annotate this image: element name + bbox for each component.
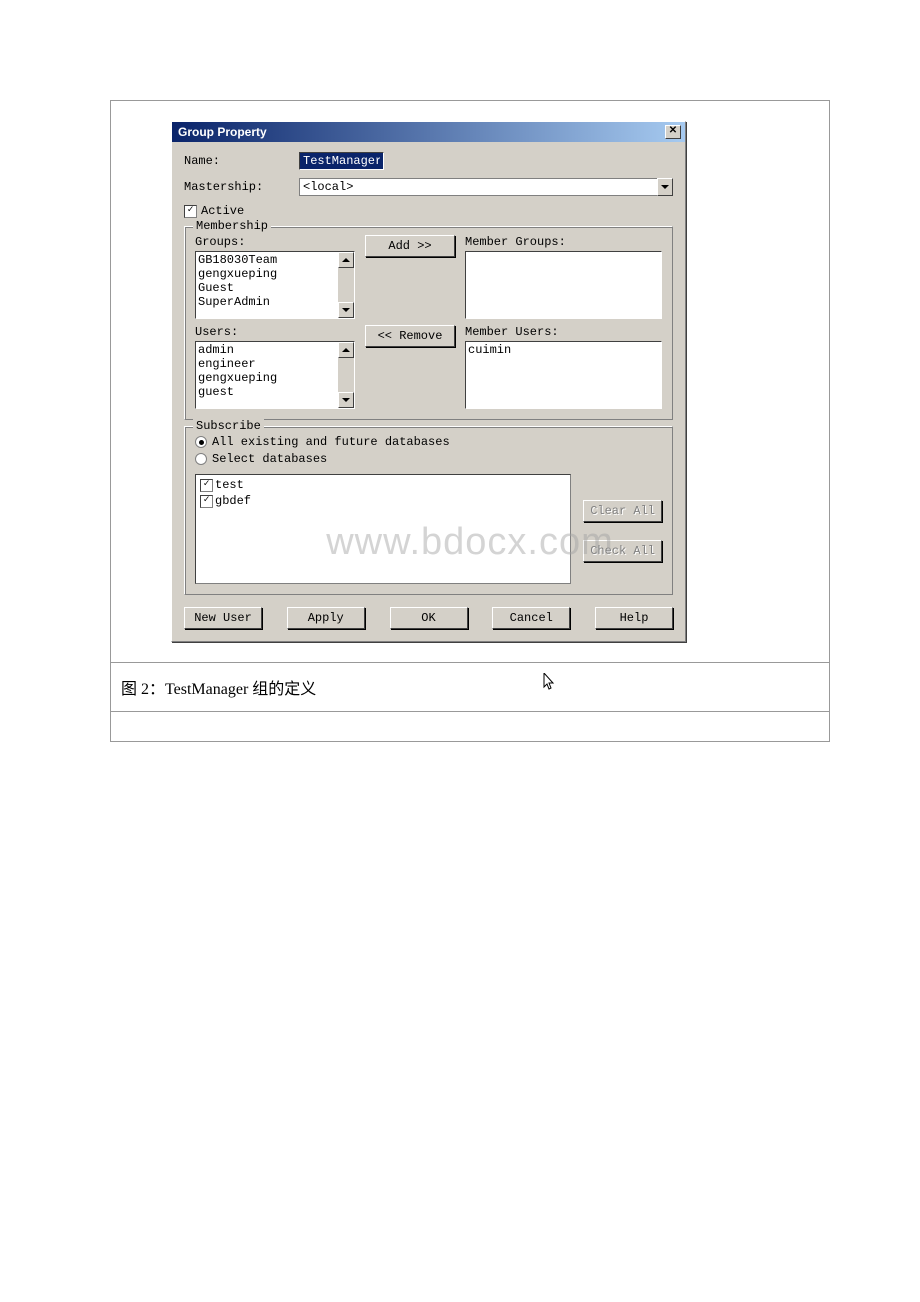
groups-label: Groups:	[195, 235, 355, 249]
close-button[interactable]: ✕	[665, 125, 681, 139]
list-item[interactable]: gengxueping	[198, 371, 352, 385]
groups-listbox[interactable]: GB18030Team gengxueping Guest SuperAdmin	[195, 251, 355, 319]
ok-button[interactable]: OK	[390, 607, 468, 629]
list-item[interactable]: gengxueping	[198, 267, 352, 281]
db-name: gbdef	[215, 493, 251, 509]
databases-listbox[interactable]: test gbdef	[195, 474, 571, 584]
new-user-button[interactable]: New User	[184, 607, 262, 629]
scroll-up-icon[interactable]	[338, 252, 354, 268]
divider	[111, 711, 829, 741]
radio-select-label: Select databases	[212, 452, 327, 466]
member-users-listbox[interactable]: cuimin	[465, 341, 662, 409]
db-checkbox[interactable]	[200, 479, 213, 492]
check-all-button[interactable]: Check All	[583, 540, 662, 562]
scrollbar[interactable]	[338, 342, 354, 408]
list-item[interactable]: test	[200, 477, 566, 493]
membership-fieldset: Membership Groups: GB18030Team gengxuepi…	[184, 226, 673, 420]
list-item[interactable]: Guest	[198, 281, 352, 295]
clear-all-button[interactable]: Clear All	[583, 500, 662, 522]
apply-button[interactable]: Apply	[287, 607, 365, 629]
active-label: Active	[201, 204, 244, 218]
mastership-label: Mastership:	[184, 180, 299, 194]
member-users-label: Member Users:	[465, 325, 662, 339]
users-label: Users:	[195, 325, 355, 339]
group-property-dialog: Group Property ✕ Name: Mastership:	[171, 121, 686, 642]
add-button[interactable]: Add >>	[365, 235, 455, 257]
cancel-button[interactable]: Cancel	[492, 607, 570, 629]
chevron-down-icon[interactable]	[657, 178, 673, 196]
db-checkbox[interactable]	[200, 495, 213, 508]
member-groups-label: Member Groups:	[465, 235, 662, 249]
mastership-value[interactable]	[299, 178, 657, 196]
titlebar[interactable]: Group Property ✕	[172, 122, 685, 142]
scroll-down-icon[interactable]	[338, 392, 354, 408]
scrollbar[interactable]	[338, 252, 354, 318]
help-button[interactable]: Help	[595, 607, 673, 629]
db-name: test	[215, 477, 244, 493]
subscribe-fieldset: Subscribe All existing and future databa…	[184, 426, 673, 595]
name-input[interactable]	[299, 152, 384, 170]
scroll-up-icon[interactable]	[338, 342, 354, 358]
users-listbox[interactable]: admin engineer gengxueping guest	[195, 341, 355, 409]
list-item[interactable]: SuperAdmin	[198, 295, 352, 309]
active-checkbox[interactable]	[184, 205, 197, 218]
list-item[interactable]: gbdef	[200, 493, 566, 509]
member-groups-listbox[interactable]	[465, 251, 662, 319]
list-item[interactable]: admin	[198, 343, 352, 357]
list-item[interactable]: GB18030Team	[198, 253, 352, 267]
scroll-down-icon[interactable]	[338, 302, 354, 318]
figure-caption: 图 2：TestManager 组的定义	[111, 662, 829, 711]
name-label: Name:	[184, 154, 299, 168]
list-item[interactable]: engineer	[198, 357, 352, 371]
close-icon: ✕	[669, 125, 677, 136]
membership-legend: Membership	[193, 219, 271, 233]
list-item[interactable]: cuimin	[468, 343, 659, 357]
radio-all-label: All existing and future databases	[212, 435, 450, 449]
remove-button[interactable]: << Remove	[365, 325, 455, 347]
radio-all-databases[interactable]	[195, 436, 207, 448]
list-item[interactable]: guest	[198, 385, 352, 399]
dialog-title: Group Property	[178, 125, 267, 139]
subscribe-legend: Subscribe	[193, 419, 264, 433]
mastership-dropdown[interactable]	[299, 178, 673, 196]
radio-select-databases[interactable]	[195, 453, 207, 465]
